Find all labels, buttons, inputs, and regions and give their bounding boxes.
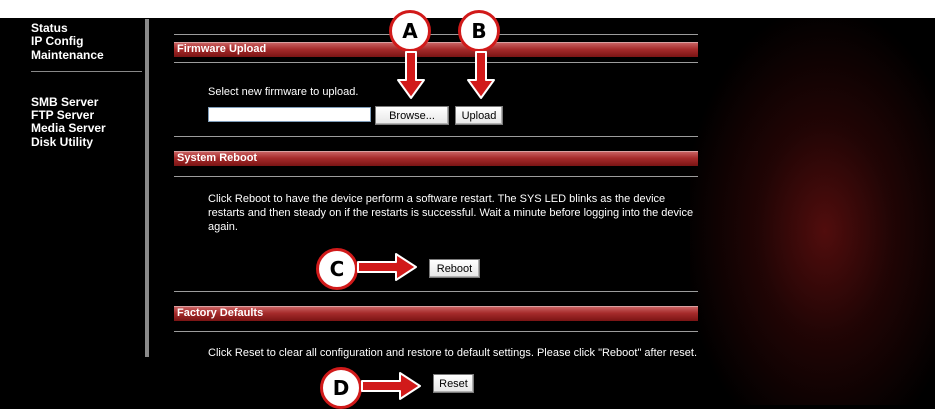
callout-d: D	[320, 367, 362, 409]
callout-c: C	[316, 248, 358, 290]
arrow-right-icon	[361, 372, 421, 400]
divider	[174, 34, 698, 35]
sidebar-item-ip-config[interactable]: IP Config	[31, 35, 83, 48]
main-content: Firmware Upload Select new firmware to u…	[172, 18, 699, 405]
sidebar-divider	[31, 71, 142, 72]
sidebar-nav: Status IP Config Maintenance SMB Server …	[0, 18, 150, 358]
sidebar-vertical-bar	[145, 19, 149, 357]
section-title: System Reboot	[177, 152, 258, 164]
browse-button[interactable]: Browse...	[375, 106, 449, 125]
section-header-firmware-upload: Firmware Upload	[174, 42, 698, 57]
firmware-prompt: Select new firmware to upload.	[208, 86, 359, 98]
arrow-right-icon	[357, 253, 417, 281]
divider	[174, 136, 698, 137]
background-decoration	[690, 18, 935, 405]
section-header-factory-defaults: Factory Defaults	[174, 306, 698, 321]
divider	[174, 291, 698, 292]
reboot-description: Click Reboot to have the device perform …	[208, 193, 694, 233]
divider	[174, 62, 698, 63]
arrow-down-icon	[397, 51, 425, 99]
divider	[174, 331, 698, 332]
sidebar-item-disk-utility[interactable]: Disk Utility	[31, 136, 93, 149]
sidebar-item-maintenance[interactable]: Maintenance	[31, 49, 104, 62]
reset-button[interactable]: Reset	[431, 372, 476, 395]
sidebar-item-media-server[interactable]: Media Server	[31, 122, 106, 135]
reboot-button[interactable]: Reboot	[427, 257, 482, 280]
section-header-system-reboot: System Reboot	[174, 151, 698, 166]
divider	[174, 176, 698, 177]
arrow-down-icon	[467, 51, 495, 99]
callout-b: B	[458, 10, 500, 52]
section-title: Factory Defaults	[177, 307, 264, 319]
upload-button[interactable]: Upload	[453, 104, 505, 127]
section-title: Firmware Upload	[177, 43, 267, 55]
firmware-file-input[interactable]	[208, 107, 371, 122]
factory-description: Click Reset to clear all configuration a…	[208, 347, 697, 359]
callout-a: A	[389, 10, 431, 52]
